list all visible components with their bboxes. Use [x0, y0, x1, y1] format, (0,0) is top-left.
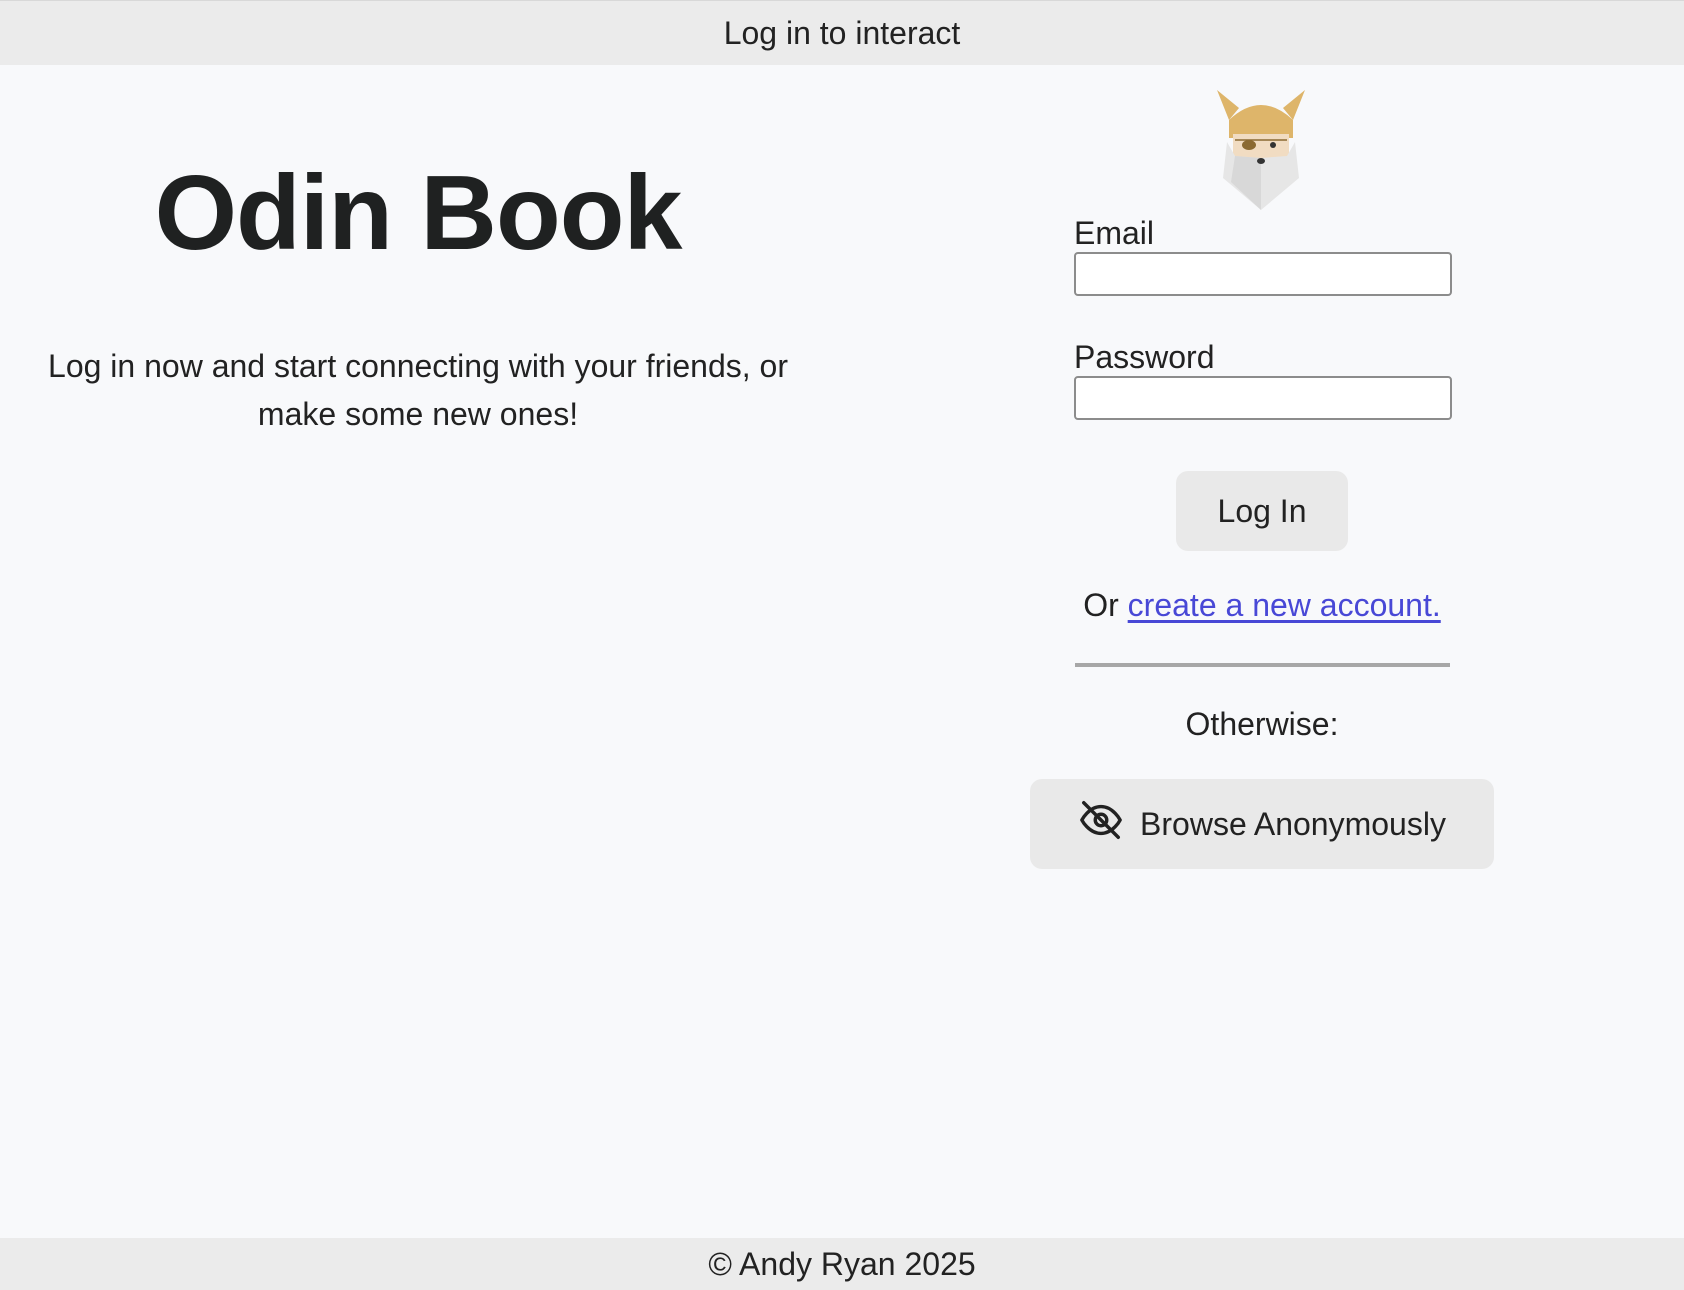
login-button[interactable]: Log In: [1176, 471, 1348, 551]
divider: [1075, 663, 1450, 667]
footer: © Andy Ryan 2025: [0, 1238, 1684, 1290]
password-field[interactable]: [1074, 376, 1452, 420]
browse-anonymously-label: Browse Anonymously: [1140, 805, 1446, 842]
hero-tagline: Log in now and start connecting with you…: [48, 348, 788, 432]
email-field[interactable]: [1074, 252, 1452, 296]
eye-off-icon: [1078, 797, 1124, 851]
otherwise-label: Otherwise:: [1185, 706, 1339, 742]
password-label: Password: [1074, 339, 1215, 375]
page-title: Odin Book: [154, 154, 683, 272]
signup-prefix: Or: [1083, 587, 1119, 623]
email-label: Email: [1074, 215, 1155, 251]
browse-anonymously-button[interactable]: Browse Anonymously: [1030, 779, 1494, 869]
odin-logo-icon: [1215, 90, 1307, 210]
top-bar-message: Log in to interact: [723, 14, 961, 51]
signup-prompt: Or create a new account.: [1000, 587, 1524, 624]
top-bar: Log in to interact: [0, 0, 1684, 65]
create-account-link[interactable]: create a new account.: [1128, 587, 1441, 623]
copyright-text: © Andy Ryan 2025: [708, 1245, 976, 1282]
